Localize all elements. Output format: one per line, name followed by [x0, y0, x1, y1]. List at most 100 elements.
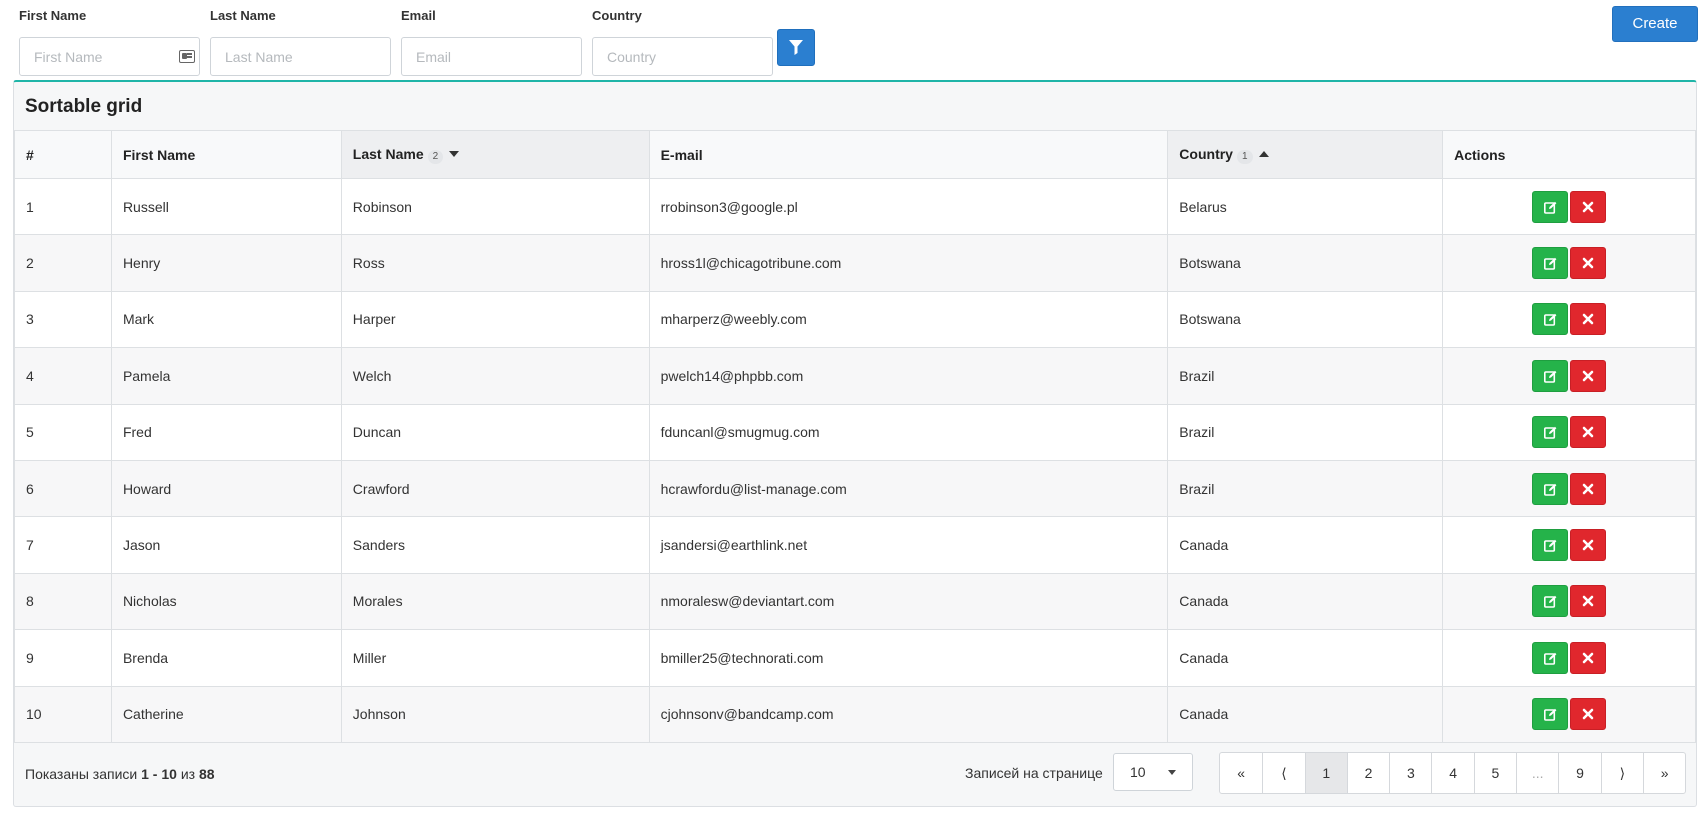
cell-last-name: Welch	[340, 347, 650, 405]
chevron-down-icon	[1168, 770, 1176, 775]
cell-email: rrobinson3@google.pl	[648, 177, 1169, 236]
cell-first-name: Mark	[110, 290, 342, 349]
cell-email: mharperz@weebly.com	[648, 290, 1169, 349]
cell-first-name: Fred	[110, 403, 342, 461]
records-range: 1 - 10	[141, 766, 177, 782]
create-button[interactable]: Create	[1612, 6, 1698, 42]
first-name-filter-box	[19, 37, 200, 76]
cell-last-name: Miller	[340, 629, 650, 687]
column-header-actions-label: Actions	[1454, 146, 1506, 163]
cell-last-name: Johnson	[340, 685, 650, 743]
filter-button[interactable]	[777, 29, 815, 66]
delete-button[interactable]	[1570, 247, 1607, 280]
cell-actions	[1442, 629, 1696, 687]
page-button[interactable]: 4	[1431, 753, 1473, 793]
last-name-filter-input[interactable]	[211, 38, 390, 75]
cell-country: Botswana	[1167, 290, 1444, 349]
cell-actions	[1442, 347, 1696, 405]
column-header-email[interactable]: E-mail	[648, 130, 1169, 179]
cell-first-name: Brenda	[110, 629, 342, 687]
edit-button[interactable]	[1532, 416, 1569, 449]
delete-button[interactable]	[1570, 416, 1607, 449]
delete-button[interactable]	[1570, 698, 1607, 731]
first-page-button[interactable]: «	[1220, 753, 1262, 793]
cell-first-name: Catherine	[110, 685, 342, 743]
cell-email: jsandersi@earthlink.net	[648, 516, 1169, 574]
edit-button[interactable]	[1532, 585, 1569, 618]
delete-button[interactable]	[1570, 472, 1607, 505]
edit-button[interactable]	[1532, 247, 1569, 280]
cell-last-name: Sanders	[340, 516, 650, 574]
page-button[interactable]: 5	[1473, 753, 1516, 793]
column-header-last-name[interactable]: Last Name 2	[340, 130, 650, 179]
delete-button[interactable]	[1570, 359, 1607, 392]
column-header-first-name[interactable]: First Name	[110, 130, 342, 179]
cell-actions	[1442, 516, 1696, 574]
page-button[interactable]: 3	[1389, 753, 1431, 793]
first-name-filter-input[interactable]	[20, 38, 199, 75]
cell-actions	[1442, 234, 1696, 292]
page-button[interactable]: 9	[1558, 753, 1600, 793]
header-row: # First Name Last Name 2 E-mail Country 1 …	[14, 130, 1696, 179]
data-grid: # First Name Last Name 2 E-mail Country 1 …	[14, 130, 1696, 743]
records-info: Показаны записи 1 - 10 из 88	[25, 766, 215, 782]
cell-country: Canada	[1167, 516, 1444, 574]
edit-button[interactable]	[1532, 472, 1569, 505]
email-filter-label: Email	[401, 8, 436, 23]
delete-button[interactable]	[1570, 585, 1607, 618]
column-header-country[interactable]: Country 1	[1167, 130, 1444, 179]
cell-number: 7	[14, 516, 112, 574]
per-page-label: Записей на странице	[965, 765, 1103, 781]
per-page-select[interactable]: 10	[1113, 753, 1193, 791]
sort-order-badge: 2	[427, 149, 444, 164]
column-header-number: #	[14, 130, 112, 179]
email-filter-input[interactable]	[402, 38, 581, 75]
column-header-country-label: Country	[1179, 145, 1233, 162]
cell-email: bmiller25@technorati.com	[648, 629, 1169, 687]
cell-number: 3	[14, 290, 112, 349]
cell-first-name: Pamela	[110, 347, 342, 405]
next-page-button[interactable]: ⟩	[1600, 753, 1643, 793]
cell-country: Brazil	[1167, 459, 1444, 518]
cell-last-name: Ross	[340, 234, 650, 292]
column-header-last-name-label: Last Name	[352, 145, 424, 162]
prev-page-button[interactable]: ⟨	[1262, 753, 1304, 793]
page-button[interactable]: 2	[1346, 753, 1389, 793]
email-filter-box	[401, 37, 582, 76]
last-name-filter-box	[210, 37, 391, 76]
last-name-filter: Last Name	[210, 8, 391, 76]
edit-button[interactable]	[1532, 641, 1569, 674]
cell-number: 5	[14, 403, 112, 461]
delete-button[interactable]	[1570, 190, 1607, 223]
edit-button[interactable]	[1532, 190, 1569, 223]
country-filter-label: Country	[592, 8, 642, 23]
cell-number: 9	[14, 629, 112, 687]
cell-country: Brazil	[1167, 403, 1444, 461]
table-row: 6 Howard Crawford hcrawfordu@list-manage.co…	[14, 459, 1696, 518]
cell-actions	[1442, 177, 1696, 236]
edit-button[interactable]	[1532, 359, 1569, 392]
last-page-button[interactable]: »	[1642, 753, 1685, 793]
cell-last-name: Duncan	[340, 403, 650, 461]
country-filter-input[interactable]	[593, 38, 772, 75]
cell-email: hcrawfordu@list-manage.com	[648, 459, 1169, 518]
records-of: из	[180, 766, 196, 782]
first-name-filter-label: First Name	[19, 8, 87, 23]
delete-button[interactable]	[1570, 529, 1607, 562]
edit-button[interactable]	[1532, 303, 1569, 336]
table-row: 4 Pamela Welch pwelch14@phpbb.com Brazil	[14, 347, 1696, 405]
delete-button[interactable]	[1570, 303, 1607, 336]
edit-button[interactable]	[1532, 529, 1569, 562]
sortable-grid-card: Sortable grid # First Name Last Name 2 E-…	[13, 80, 1697, 807]
column-header-actions: Actions	[1442, 130, 1696, 179]
cell-number: 4	[14, 347, 112, 405]
cell-first-name: Henry	[110, 234, 342, 292]
page-button[interactable]: 1	[1304, 753, 1347, 793]
delete-button[interactable]	[1570, 641, 1607, 674]
edit-button[interactable]	[1532, 698, 1569, 731]
column-header-number-label: #	[26, 146, 34, 163]
cell-email: nmoralesw@deviantart.com	[648, 572, 1169, 631]
cell-country: Botswana	[1167, 234, 1444, 292]
first-name-filter: First Name	[19, 8, 200, 76]
cell-number: 1	[14, 177, 112, 236]
